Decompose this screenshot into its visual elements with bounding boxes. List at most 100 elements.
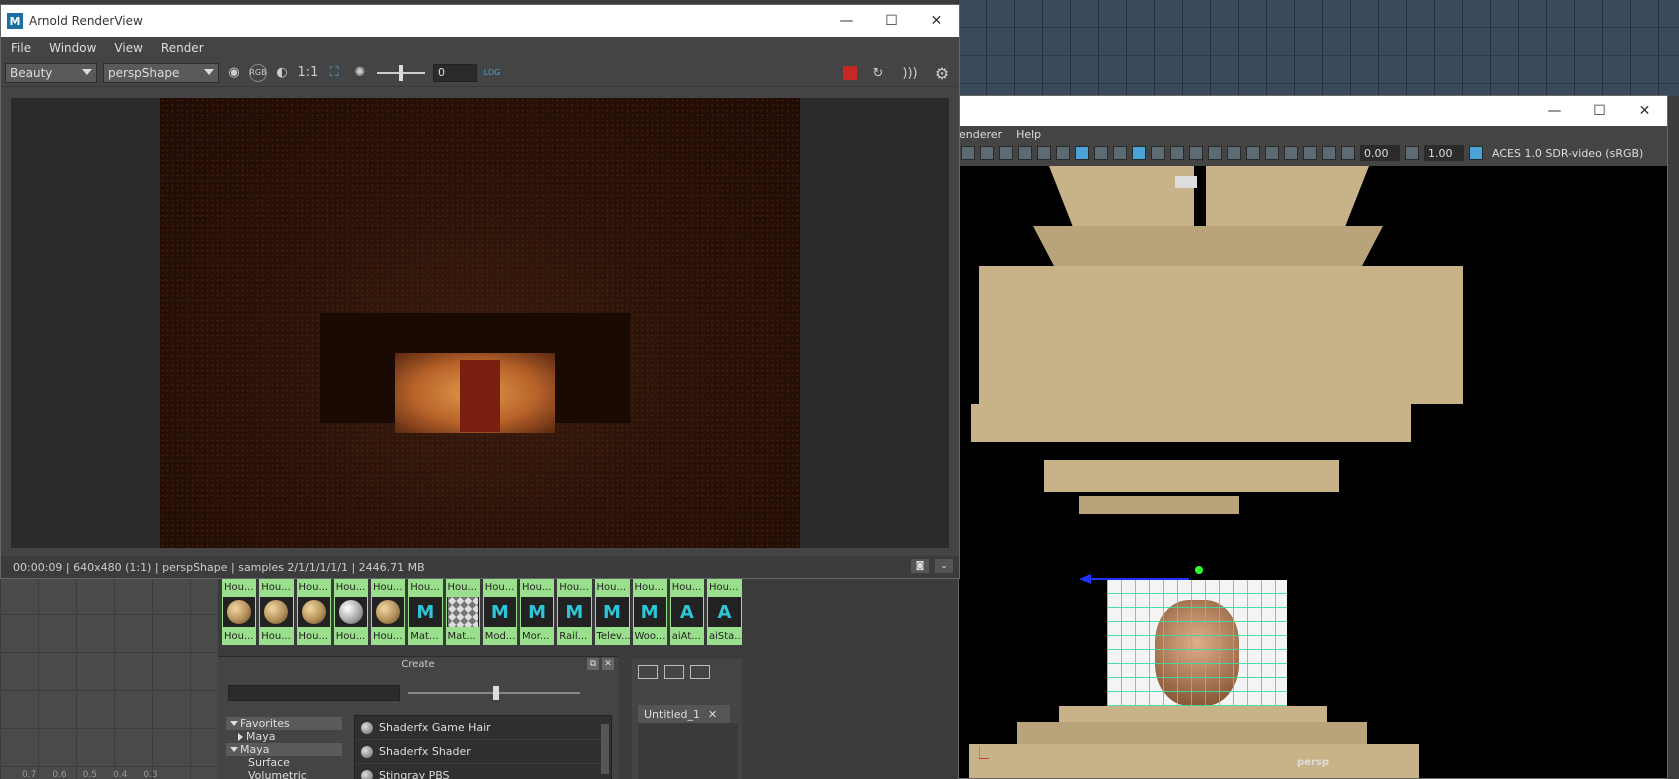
- exposure-icon[interactable]: ✺: [349, 62, 371, 84]
- list-item[interactable]: Shaderfx Game Hair: [355, 716, 611, 740]
- shader-label: Shaderfx Game Hair: [379, 721, 491, 734]
- swatch-item[interactable]: Hou... AaiSta...: [707, 579, 742, 645]
- tab-untitled[interactable]: Untitled_1 ✕: [638, 705, 730, 723]
- color-management-icon[interactable]: [1469, 146, 1483, 160]
- depth-of-field-icon[interactable]: [1246, 146, 1260, 160]
- tree-item-surface[interactable]: Surface: [226, 756, 342, 769]
- shadows-icon[interactable]: [1170, 146, 1184, 160]
- graph-output-icon[interactable]: [690, 665, 710, 679]
- maya-shader-icon: M: [490, 601, 509, 623]
- checker-texture-icon: [447, 597, 478, 627]
- anti-aliasing-icon[interactable]: [1227, 146, 1241, 160]
- float-panel-icon[interactable]: ⧉: [587, 658, 599, 670]
- list-item[interactable]: Shaderfx Shader: [355, 740, 611, 764]
- graph-input-icon[interactable]: [638, 665, 658, 679]
- minimize-icon[interactable]: —: [1532, 96, 1577, 126]
- ipr-icon[interactable]: ))): [899, 62, 921, 84]
- swatch-item[interactable]: Hou... Hou...: [259, 579, 294, 645]
- menu-window[interactable]: Window: [49, 41, 96, 55]
- tree-item-volumetric[interactable]: Volumetric: [226, 769, 342, 779]
- move-manipulator-y[interactable]: [1195, 566, 1203, 574]
- exposure-field[interactable]: 0.00: [1360, 145, 1400, 161]
- swatch-label: Hou...: [594, 579, 630, 596]
- slider-knob[interactable]: [493, 686, 499, 700]
- menu-renderer[interactable]: enderer: [959, 128, 1002, 141]
- motion-blur-icon[interactable]: [1208, 146, 1222, 160]
- camera-attributes-icon[interactable]: [980, 146, 994, 160]
- gear-icon[interactable]: ⚙: [931, 62, 953, 84]
- create-search-input[interactable]: [228, 685, 400, 701]
- wireframe-on-shaded-icon[interactable]: [1113, 146, 1127, 160]
- close-panel-icon[interactable]: ✕: [602, 658, 614, 670]
- channel-display-icon[interactable]: ◉: [223, 62, 245, 84]
- swatch-item[interactable]: Hou... Hou...: [222, 579, 257, 645]
- exposure-icon[interactable]: [1341, 146, 1355, 160]
- swatch-item[interactable]: Hou... Hou...: [371, 579, 406, 645]
- xray-components-icon[interactable]: [1322, 146, 1336, 160]
- shader-list-scrollbar[interactable]: [601, 724, 609, 774]
- move-manipulator-x[interactable]: [1089, 578, 1189, 580]
- select-camera-icon[interactable]: [961, 146, 975, 160]
- menu-help[interactable]: Help: [1016, 128, 1041, 141]
- swatch-item[interactable]: Hou... M Mat...: [408, 579, 443, 645]
- stop-render-icon[interactable]: [843, 66, 857, 80]
- xray-icon[interactable]: [1284, 146, 1298, 160]
- render-viewport[interactable]: [11, 98, 949, 548]
- swatch-sublabel: aiAt...: [669, 628, 704, 645]
- swatch-item[interactable]: Hou... Hou...: [296, 579, 331, 645]
- color-transform-select[interactable]: ACES 1.0 SDR-video (sRGB): [1492, 147, 1643, 160]
- camera-select[interactable]: perspShape: [103, 62, 219, 83]
- work-area-canvas[interactable]: [638, 723, 738, 779]
- tree-item-maya[interactable]: Maya: [226, 743, 342, 756]
- swatch-item[interactable]: Hou... M Rail...: [557, 579, 592, 645]
- swatch-item[interactable]: Hou... Hou...: [333, 579, 368, 645]
- exposure-slider[interactable]: [377, 64, 425, 81]
- swatch-item[interactable]: Hou... M Mor...: [520, 579, 555, 645]
- refresh-render-icon[interactable]: ↻: [867, 62, 889, 84]
- ambient-occlusion-icon[interactable]: [1189, 146, 1203, 160]
- maximize-icon[interactable]: ☐: [869, 5, 914, 37]
- use-default-material-icon[interactable]: [1094, 146, 1108, 160]
- swatch-size-slider[interactable]: [408, 686, 580, 700]
- xray-joints-icon[interactable]: [1303, 146, 1317, 160]
- swatch-item[interactable]: Hou... M Telev...: [594, 579, 630, 645]
- close-icon[interactable]: ✕: [914, 5, 959, 37]
- aov-select[interactable]: Beauty: [5, 62, 97, 83]
- maximize-icon[interactable]: ☐: [1577, 96, 1622, 126]
- viewport-scene[interactable]: persp: [959, 166, 1667, 778]
- isolate-select-icon[interactable]: [1265, 146, 1279, 160]
- menu-file[interactable]: File: [11, 41, 31, 55]
- swatch-label: Hou...: [333, 579, 368, 596]
- bookmarks-icon[interactable]: [999, 146, 1013, 160]
- menu-view[interactable]: View: [114, 41, 142, 55]
- ratio-button[interactable]: 1:1: [297, 62, 319, 84]
- exposure-field[interactable]: 0: [433, 63, 477, 82]
- swatch-item[interactable]: Hou... M Mod...: [482, 579, 517, 645]
- rgb-channel-icon[interactable]: RGB: [249, 63, 267, 82]
- minimize-icon[interactable]: —: [824, 5, 869, 37]
- wireframe-icon[interactable]: [1056, 146, 1070, 160]
- slider-knob[interactable]: [399, 64, 403, 81]
- snapshot-icon[interactable]: ◙: [911, 559, 929, 573]
- alpha-channel-icon[interactable]: ◐: [271, 62, 293, 84]
- tree-item-favorites[interactable]: Favorites: [226, 717, 342, 730]
- image-plane-icon[interactable]: [1018, 146, 1032, 160]
- crop-region-icon[interactable]: ⛶: [323, 62, 345, 84]
- chevron-down-icon[interactable]: ⌄: [935, 559, 953, 573]
- textured-icon[interactable]: [1132, 146, 1146, 160]
- graph-both-icon[interactable]: [664, 665, 684, 679]
- swatch-item[interactable]: Hou... AaiAt...: [669, 579, 704, 645]
- swatch-item[interactable]: Hou... M Woo...: [632, 579, 667, 645]
- menu-render[interactable]: Render: [161, 41, 204, 55]
- smooth-shade-icon[interactable]: [1075, 146, 1089, 160]
- tree-item-maya-fav[interactable]: Maya: [226, 730, 342, 743]
- 2d-pan-zoom-icon[interactable]: [1037, 146, 1051, 160]
- swatch-item[interactable]: Hou... Mat...: [445, 579, 480, 645]
- close-tab-icon[interactable]: ✕: [708, 708, 717, 721]
- close-icon[interactable]: ✕: [1622, 96, 1667, 126]
- gamma-icon[interactable]: [1405, 146, 1419, 160]
- gamma-field[interactable]: 1.00: [1424, 145, 1464, 161]
- list-item[interactable]: Stingray PBS: [355, 764, 611, 779]
- lights-icon[interactable]: [1151, 146, 1165, 160]
- log-view-icon[interactable]: LOG: [481, 62, 503, 84]
